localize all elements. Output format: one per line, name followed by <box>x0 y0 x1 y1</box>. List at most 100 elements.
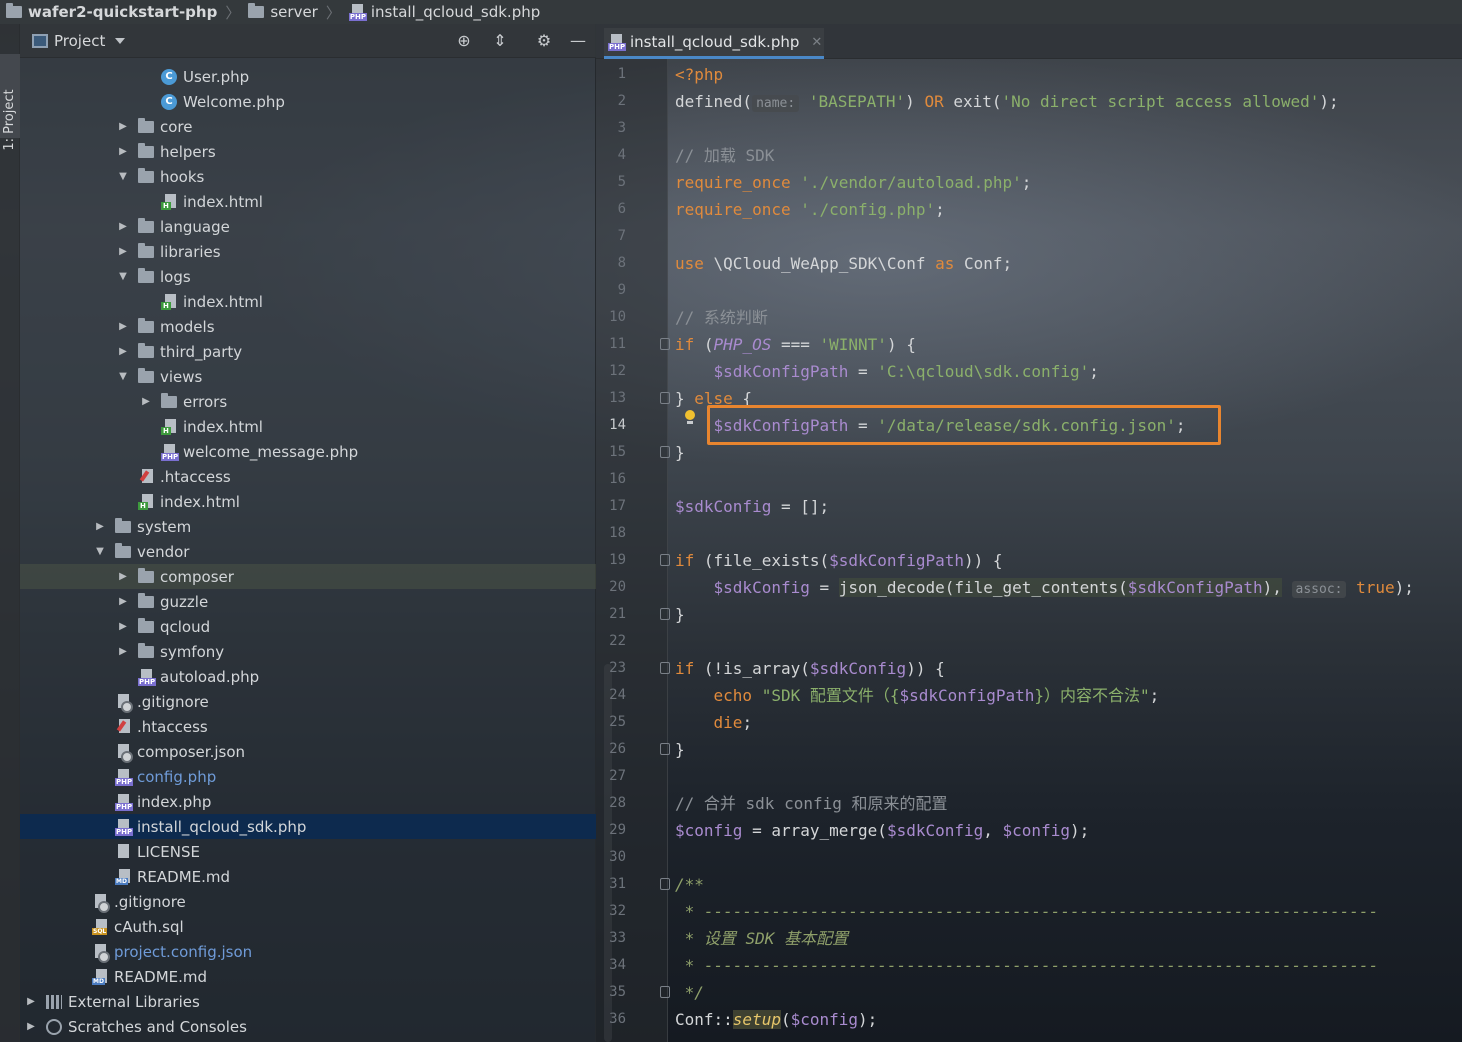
tree-item[interactable]: ▼ vendor <box>20 539 596 564</box>
tree-item[interactable]: cAuth.sql <box>20 914 596 939</box>
line-number[interactable]: 32 <box>596 898 626 925</box>
tree-item[interactable]: welcome_message.php <box>20 439 596 464</box>
tree-item[interactable]: ▶ Scratches and Consoles <box>20 1014 596 1039</box>
code-line[interactable]: require_once './vendor/autoload.php'; <box>675 169 1031 196</box>
tree-item[interactable]: index.php <box>20 789 596 814</box>
line-number[interactable]: 1 <box>596 61 626 88</box>
line-number[interactable]: 2 <box>596 88 626 115</box>
collapsed-arrow-icon[interactable]: ▶ <box>92 521 108 532</box>
code-line[interactable]: // 合并 sdk config 和原来的配置 <box>675 790 948 817</box>
tree-item[interactable]: ▶ symfony <box>20 639 596 664</box>
tree-item[interactable]: ▼ logs <box>20 264 596 289</box>
tree-item[interactable]: .gitignore <box>20 889 596 914</box>
line-number[interactable]: 31 <box>596 871 626 898</box>
code-line[interactable]: * --------------------------------------… <box>675 898 1379 925</box>
code-line[interactable]: echo "SDK 配置文件（{$sdkConfigPath}）内容不合法"; <box>675 682 1160 709</box>
code-line[interactable]: if (PHP_OS === 'WINNT') { <box>675 331 916 358</box>
line-number[interactable]: 6 <box>596 196 626 223</box>
line-number[interactable]: 29 <box>596 817 626 844</box>
line-number[interactable]: 13 <box>596 385 626 412</box>
editor-tab-install-qcloud-sdk[interactable]: install_qcloud_sdk.php ✕ <box>604 28 824 59</box>
line-number[interactable]: 10 <box>596 304 626 331</box>
fold-marker-icon[interactable] <box>660 554 670 566</box>
collapsed-arrow-icon[interactable]: ▶ <box>115 246 131 257</box>
tree-item[interactable]: README.md <box>20 864 596 889</box>
line-number[interactable]: 19 <box>596 547 626 574</box>
line-number[interactable]: 33 <box>596 925 626 952</box>
tree-item[interactable]: ▶ language <box>20 214 596 239</box>
code-line[interactable]: $sdkConfigPath = '/data/release/sdk.conf… <box>675 412 1186 439</box>
code-line[interactable]: defined(name: 'BASEPATH') OR exit('No di… <box>675 88 1339 115</box>
locate-icon[interactable]: ⊕ <box>454 32 474 50</box>
fold-marker-icon[interactable] <box>660 446 670 458</box>
fold-marker-icon[interactable] <box>660 743 670 755</box>
tree-item[interactable]: .htaccess <box>20 464 596 489</box>
line-number[interactable]: 36 <box>596 1006 626 1033</box>
collapsed-arrow-icon[interactable]: ▶ <box>23 1021 39 1032</box>
code-line[interactable]: */ <box>675 979 704 1006</box>
code-line[interactable]: } <box>675 736 685 763</box>
tree-item[interactable]: ▶ guzzle <box>20 589 596 614</box>
code-line[interactable]: die; <box>675 709 753 736</box>
tree-item[interactable]: ▶ composer <box>20 564 596 589</box>
code-line[interactable]: $config = array_merge($sdkConfig, $confi… <box>675 817 1089 844</box>
line-number[interactable]: 34 <box>596 952 626 979</box>
gear-icon[interactable]: ⚙ <box>534 32 554 50</box>
line-number[interactable]: 17 <box>596 493 626 520</box>
tree-item[interactable]: ▶ core <box>20 114 596 139</box>
tree-item[interactable]: install_qcloud_sdk.php <box>20 814 596 839</box>
tree-item[interactable]: ▼ hooks <box>20 164 596 189</box>
collapsed-arrow-icon[interactable]: ▶ <box>23 996 39 1007</box>
collapsed-arrow-icon[interactable]: ▶ <box>115 146 131 157</box>
tree-item[interactable]: index.html <box>20 189 596 214</box>
collapsed-arrow-icon[interactable]: ▶ <box>138 396 154 407</box>
line-number[interactable]: 20 <box>596 574 626 601</box>
collapsed-arrow-icon[interactable]: ▶ <box>115 596 131 607</box>
code-line[interactable]: * 设置 SDK 基本配置 <box>675 925 848 952</box>
collapsed-arrow-icon[interactable]: ▶ <box>115 346 131 357</box>
tree-item[interactable]: ▶ errors <box>20 389 596 414</box>
tree-item[interactable]: ▶ libraries <box>20 239 596 264</box>
collapsed-arrow-icon[interactable]: ▶ <box>115 571 131 582</box>
line-number[interactable]: 35 <box>596 979 626 1006</box>
code-line[interactable]: } else { <box>675 385 752 412</box>
expanded-arrow-icon[interactable]: ▼ <box>115 271 131 282</box>
line-number[interactable]: 15 <box>596 439 626 466</box>
collapsed-arrow-icon[interactable]: ▶ <box>115 621 131 632</box>
fold-marker-icon[interactable] <box>660 878 670 890</box>
fold-marker-icon[interactable] <box>660 338 670 350</box>
tree-item[interactable]: ▶ External Libraries <box>20 989 596 1014</box>
line-number[interactable]: 11 <box>596 331 626 358</box>
code-line[interactable]: // 加载 SDK <box>675 142 774 169</box>
tree-item[interactable]: ▶ system <box>20 514 596 539</box>
expanded-arrow-icon[interactable]: ▼ <box>115 371 131 382</box>
tree-item[interactable]: C User.php <box>20 64 596 89</box>
line-number[interactable]: 28 <box>596 790 626 817</box>
expanded-arrow-icon[interactable]: ▼ <box>92 546 108 557</box>
line-number[interactable]: 30 <box>596 844 626 871</box>
fold-marker-icon[interactable] <box>660 392 670 404</box>
hide-panel-icon[interactable]: — <box>568 32 588 50</box>
tree-item[interactable]: LICENSE <box>20 839 596 864</box>
tree-item[interactable]: composer.json <box>20 739 596 764</box>
code-line[interactable]: require_once './config.php'; <box>675 196 945 223</box>
tree-item[interactable]: project.config.json <box>20 939 596 964</box>
breadcrumb-folder[interactable]: server <box>248 3 318 21</box>
tree-item[interactable]: index.html <box>20 289 596 314</box>
line-number[interactable]: 7 <box>596 223 626 250</box>
tree-item[interactable]: ▶ models <box>20 314 596 339</box>
breadcrumb-file[interactable]: install_qcloud_sdk.php <box>348 3 540 21</box>
code-line[interactable]: * --------------------------------------… <box>675 952 1379 979</box>
line-number[interactable]: 14 <box>596 412 626 439</box>
line-number[interactable]: 23 <box>596 655 626 682</box>
code-line[interactable]: if (!is_array($sdkConfig)) { <box>675 655 945 682</box>
collapsed-arrow-icon[interactable]: ▶ <box>115 646 131 657</box>
line-number[interactable]: 8 <box>596 250 626 277</box>
code-line[interactable]: /** <box>675 871 704 898</box>
project-view-selector[interactable]: Project <box>54 32 105 50</box>
code-line[interactable]: $sdkConfig = []; <box>675 493 829 520</box>
code-line[interactable]: use \QCloud_WeApp_SDK\Conf as Conf; <box>675 250 1012 277</box>
code-line[interactable]: if (file_exists($sdkConfigPath)) { <box>675 547 1003 574</box>
line-number[interactable]: 16 <box>596 466 626 493</box>
fold-marker-icon[interactable] <box>660 662 670 674</box>
